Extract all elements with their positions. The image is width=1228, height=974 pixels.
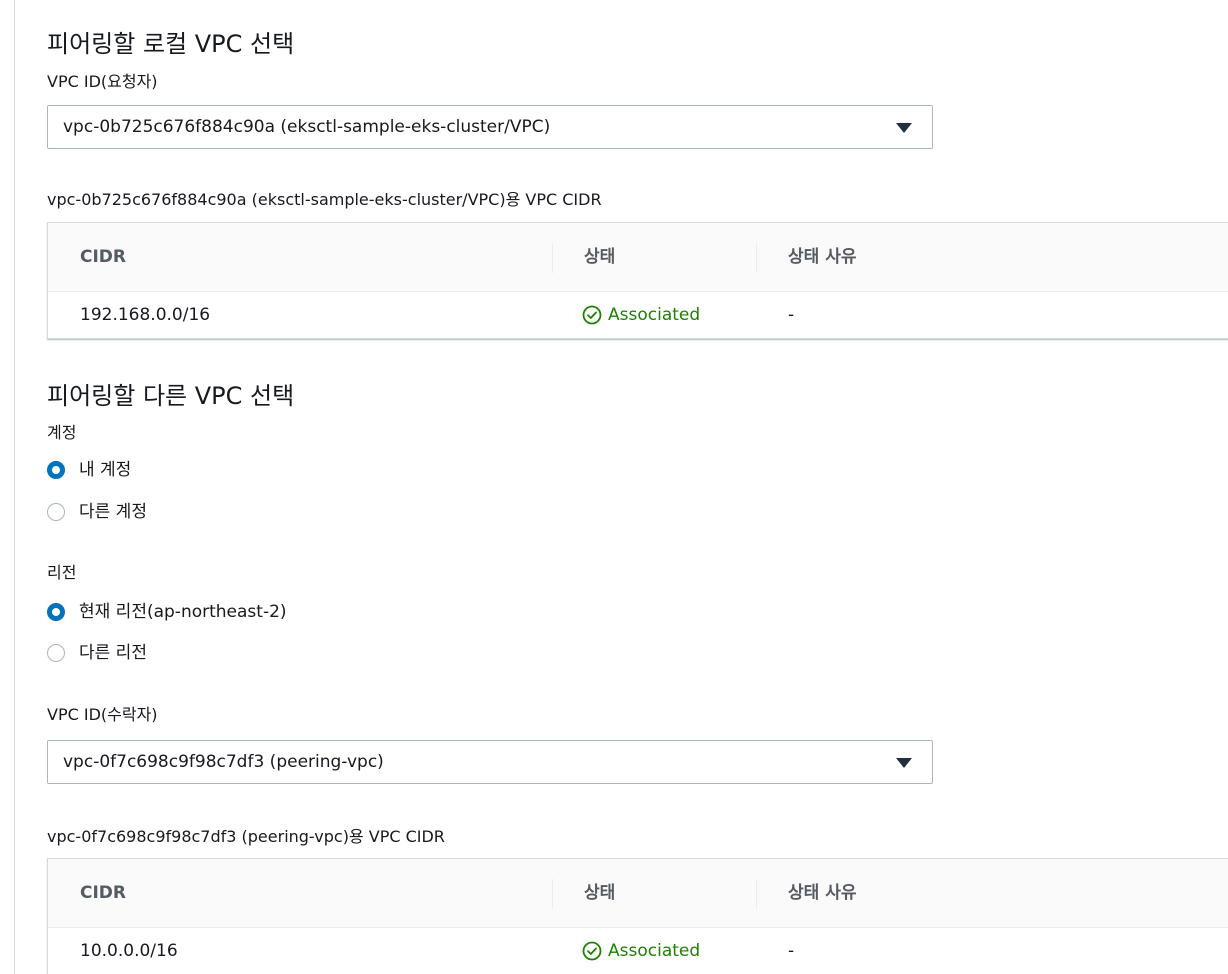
radio-button[interactable] xyxy=(47,644,65,662)
column-divider xyxy=(756,879,757,909)
region-label: 리전 xyxy=(47,563,77,582)
radio-other-account[interactable]: 다른 계정 xyxy=(47,501,147,523)
column-header-status-reason[interactable]: 상태 사유 xyxy=(788,859,856,927)
radio-button-selected[interactable] xyxy=(47,603,65,621)
cidr-cell: 192.168.0.0/16 xyxy=(80,305,211,325)
column-divider xyxy=(552,243,553,273)
requester-cidr-table: CIDR 상태 상태 사유 192.168.0.0/16 Associated … xyxy=(47,222,1228,339)
column-header-status-reason[interactable]: 상태 사유 xyxy=(788,223,856,291)
status-text: Associated xyxy=(608,941,701,961)
cidr-cell: 10.0.0.0/16 xyxy=(80,941,178,961)
radio-button-selected[interactable] xyxy=(47,461,65,479)
table-row: 192.168.0.0/16 Associated - xyxy=(48,292,1228,338)
left-panel-border xyxy=(0,0,15,974)
status-cell: Associated xyxy=(582,292,700,338)
vpc-peering-form: 피어링할 로컬 VPC 선택 VPC ID(요청자) vpc-0b725c676… xyxy=(0,0,1228,974)
radio-label: 내 계정 xyxy=(79,460,132,480)
status-reason-cell: - xyxy=(788,305,795,325)
caret-down-icon xyxy=(896,123,912,133)
requester-vpc-id-label: VPC ID(요청자) xyxy=(47,72,158,91)
radio-current-region[interactable]: 현재 리전(ap-northeast-2) xyxy=(47,601,287,623)
radio-label: 다른 리전 xyxy=(79,643,147,663)
requester-cidr-caption: vpc-0b725c676f884c90a (eksctl-sample-eks… xyxy=(47,190,602,209)
column-divider xyxy=(756,243,757,273)
table-header: CIDR 상태 상태 사유 xyxy=(48,859,1228,928)
accepter-cidr-table: CIDR 상태 상태 사유 10.0.0.0/16 Associated - xyxy=(47,858,1228,974)
status-cell: Associated xyxy=(582,928,700,974)
accepter-vpc-id-label: VPC ID(수락자) xyxy=(47,705,158,724)
accepter-vpc-select[interactable]: vpc-0f7c698c9f98c7df3 (peering-vpc) xyxy=(47,740,933,784)
check-circle-icon xyxy=(582,941,602,961)
accepter-vpc-select-value: vpc-0f7c698c9f98c7df3 (peering-vpc) xyxy=(63,752,384,772)
requester-vpc-select-value: vpc-0b725c676f884c90a (eksctl-sample-eks… xyxy=(63,117,551,137)
column-header-status[interactable]: 상태 xyxy=(584,859,615,927)
radio-label: 다른 계정 xyxy=(79,502,147,522)
table-row: 10.0.0.0/16 Associated - xyxy=(48,928,1228,974)
local-vpc-section-title: 피어링할 로컬 VPC 선택 xyxy=(47,30,295,58)
column-divider xyxy=(552,879,553,909)
column-header-cidr[interactable]: CIDR xyxy=(80,223,126,291)
radio-button[interactable] xyxy=(47,503,65,521)
radio-label: 현재 리전(ap-northeast-2) xyxy=(79,602,287,622)
accepter-cidr-caption: vpc-0f7c698c9f98c7df3 (peering-vpc)용 VPC… xyxy=(47,827,445,846)
status-reason-cell: - xyxy=(788,941,795,961)
caret-down-icon xyxy=(896,758,912,768)
account-label: 계정 xyxy=(47,423,77,442)
requester-vpc-select[interactable]: vpc-0b725c676f884c90a (eksctl-sample-eks… xyxy=(47,105,933,149)
status-text: Associated xyxy=(608,305,701,325)
peer-vpc-section-title: 피어링할 다른 VPC 선택 xyxy=(47,382,295,410)
radio-other-region[interactable]: 다른 리전 xyxy=(47,642,147,664)
radio-my-account[interactable]: 내 계정 xyxy=(47,459,131,481)
table-header: CIDR 상태 상태 사유 xyxy=(48,223,1228,292)
column-header-cidr[interactable]: CIDR xyxy=(80,859,126,927)
column-header-status[interactable]: 상태 xyxy=(584,223,615,291)
check-circle-icon xyxy=(582,305,602,325)
